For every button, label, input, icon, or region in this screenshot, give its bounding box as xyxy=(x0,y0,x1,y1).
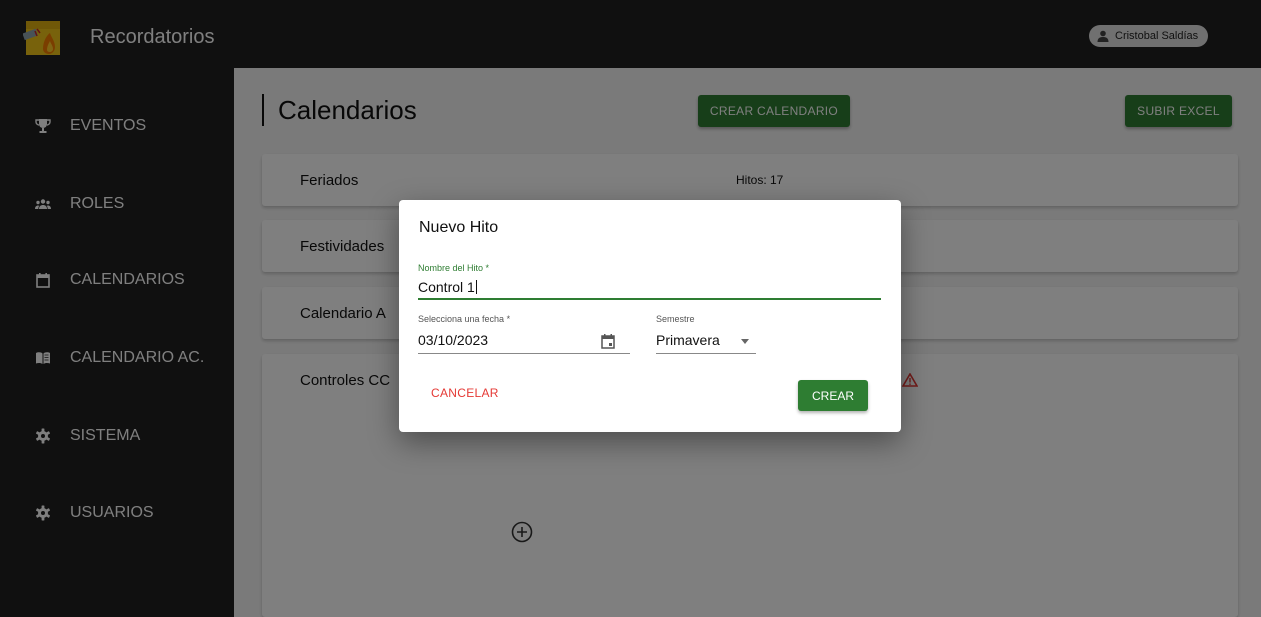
hito-name-field[interactable]: Control 1 xyxy=(418,279,477,295)
hito-name-value: Control 1 xyxy=(418,279,475,295)
semester-label: Semestre xyxy=(656,314,695,324)
date-underline xyxy=(418,353,630,354)
hito-name-underline xyxy=(418,298,881,300)
calendar-picker-icon[interactable] xyxy=(600,333,616,349)
cancel-button[interactable]: CANCELAR xyxy=(431,386,499,400)
dropdown-arrow-icon[interactable] xyxy=(741,339,749,344)
text-caret xyxy=(475,280,477,294)
semester-underline xyxy=(656,353,756,354)
date-field[interactable]: 03/10/2023 xyxy=(418,332,488,348)
new-hito-dialog: Nuevo Hito Nombre del Hito * Control 1 S… xyxy=(399,200,901,432)
semester-select[interactable]: Primavera xyxy=(656,332,720,348)
dialog-title: Nuevo Hito xyxy=(419,219,499,236)
create-button[interactable]: CREAR xyxy=(798,380,868,411)
date-label: Selecciona una fecha * xyxy=(418,314,511,324)
hito-name-label: Nombre del Hito * xyxy=(418,263,490,273)
